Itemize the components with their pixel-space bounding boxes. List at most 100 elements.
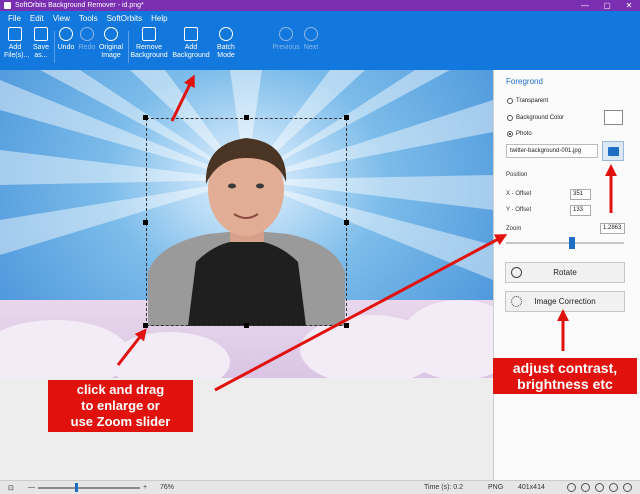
title-bar: SoftOrbits Background Remover - id.png* … [0,0,640,11]
zoom-in-button[interactable]: + [143,484,147,491]
batch-mode-button[interactable]: Batch Mode [214,27,238,60]
status-zoom-thumb[interactable] [74,483,78,492]
youtube-icon[interactable] [623,483,632,492]
previous-button[interactable]: Previous [272,27,300,52]
add-background-label: Add Background [172,44,210,59]
next-button[interactable]: Next [300,27,322,52]
menu-help[interactable]: Help [151,14,167,23]
toolbar: Add File(s)... Save as... Undo Redo Orig… [0,25,640,70]
maximize-button[interactable]: ▢ [596,0,618,11]
batch-mode-label: Batch Mode [217,44,235,59]
undo-button[interactable]: Undo [56,27,76,52]
original-image-button[interactable]: Original Image [96,27,126,60]
browse-button[interactable] [602,141,624,161]
previous-label: Previous [272,44,300,51]
resize-handle[interactable] [244,115,249,120]
radio-dot [507,98,513,104]
redo-button[interactable]: Redo [77,27,97,52]
status-zoom-track[interactable] [38,487,140,489]
minimize-button[interactable]: — [574,0,596,11]
previous-icon [279,27,293,41]
image-dimensions: 401x414 [518,484,545,491]
resize-handle[interactable] [143,220,148,225]
resize-handle[interactable] [344,220,349,225]
redo-icon [80,27,94,41]
image-format: PNG [488,484,504,491]
window-title: SoftOrbits Background Remover - id.png* [15,2,144,9]
radio-dot-selected [507,131,513,137]
close-button[interactable]: ✕ [618,0,640,11]
menu-file[interactable]: File [8,14,21,23]
twitter-icon[interactable] [595,483,604,492]
add-file-icon [8,27,22,41]
rotate-label: Rotate [553,268,577,277]
y-offset-input[interactable]: 133 [570,205,591,216]
radio-transparent[interactable]: Transparent [507,98,548,104]
zoom-out-button[interactable]: — [28,484,35,491]
x-offset-label: X - Offset [506,191,532,197]
facebook-icon[interactable] [581,483,590,492]
image-correction-label: Image Correction [534,297,596,306]
y-offset-label: Y - Offset [506,207,532,213]
save-as-label: Save as... [33,44,49,59]
save-as-button[interactable]: Save as... [30,27,52,60]
app-window: SoftOrbits Background Remover - id.png* … [0,0,640,494]
add-file-button[interactable]: Add File(s)... [4,27,30,60]
radio-transparent-label: Transparent [516,98,549,104]
background-file-field[interactable]: twitter-background-001.jpg [506,144,598,158]
resize-handle[interactable] [344,323,349,328]
properties-panel: Foregrond Transparent Background Color P… [493,70,640,480]
resize-handle[interactable] [344,115,349,120]
save-icon [34,27,48,41]
next-icon [304,27,318,41]
zoom-percent: 76% [160,484,175,491]
menu-tools[interactable]: Tools [79,14,98,23]
resize-handle[interactable] [244,323,249,328]
menu-edit[interactable]: Edit [30,14,44,23]
undo-label: Undo [57,44,75,51]
toolbar-separator [128,31,129,63]
undo-icon [59,27,73,41]
radio-dot [507,115,513,121]
radio-photo[interactable]: Photo [507,131,532,137]
browse-folder-icon [608,147,619,156]
info-icon[interactable] [567,483,576,492]
remove-background-label: Remove Background [130,44,168,59]
zoom-slider-thumb[interactable] [569,237,576,249]
x-offset-input[interactable]: 351 [570,189,591,200]
image-correction-button[interactable]: Image Correction [505,291,625,312]
radio-photo-label: Photo [516,131,532,137]
remove-background-icon [142,27,156,41]
toolbar-separator [54,31,55,63]
app-icon [4,2,11,9]
rotate-icon [511,267,522,278]
resize-handle[interactable] [143,115,148,120]
add-file-label: Add File(s)... [4,44,30,59]
original-image-label: Original Image [98,44,124,59]
next-label: Next [303,44,319,51]
background-color-swatch[interactable] [604,110,623,125]
add-background-button[interactable]: Add Background [170,27,212,60]
position-label: Position [506,172,528,178]
menu-softorbits[interactable]: SoftOrbits [107,14,143,23]
rotate-button[interactable]: Rotate [505,262,625,283]
remove-background-button[interactable]: Remove Background [130,27,168,60]
annotation-correction-tip: adjust contrast, brightness etc [493,358,637,394]
zoom-value-input[interactable]: 1.2863 [600,223,625,234]
social-share-icon[interactable] [609,483,618,492]
radio-background-color[interactable]: Background Color [507,115,564,121]
image-correction-icon [511,296,522,307]
zoom-label: Zoom [506,226,522,232]
status-bar: ⊡ — + 76% Time (s): 0.2 PNG 401x414 [0,480,640,494]
annotation-zoom-tip: click and drag to enlarge or use Zoom sl… [48,380,193,432]
processing-time: Time (s): 0.2 [424,484,464,491]
redo-label: Redo [78,44,96,51]
add-background-icon [184,27,198,41]
zoom-out-icon[interactable]: ⊡ [8,484,14,492]
menu-bar: File Edit View Tools SoftOrbits Help [0,11,640,25]
menu-view[interactable]: View [53,14,70,23]
resize-handle[interactable] [143,323,148,328]
original-image-icon [104,27,118,41]
selection-frame[interactable] [146,118,347,326]
zoom-slider-track[interactable] [506,242,624,244]
